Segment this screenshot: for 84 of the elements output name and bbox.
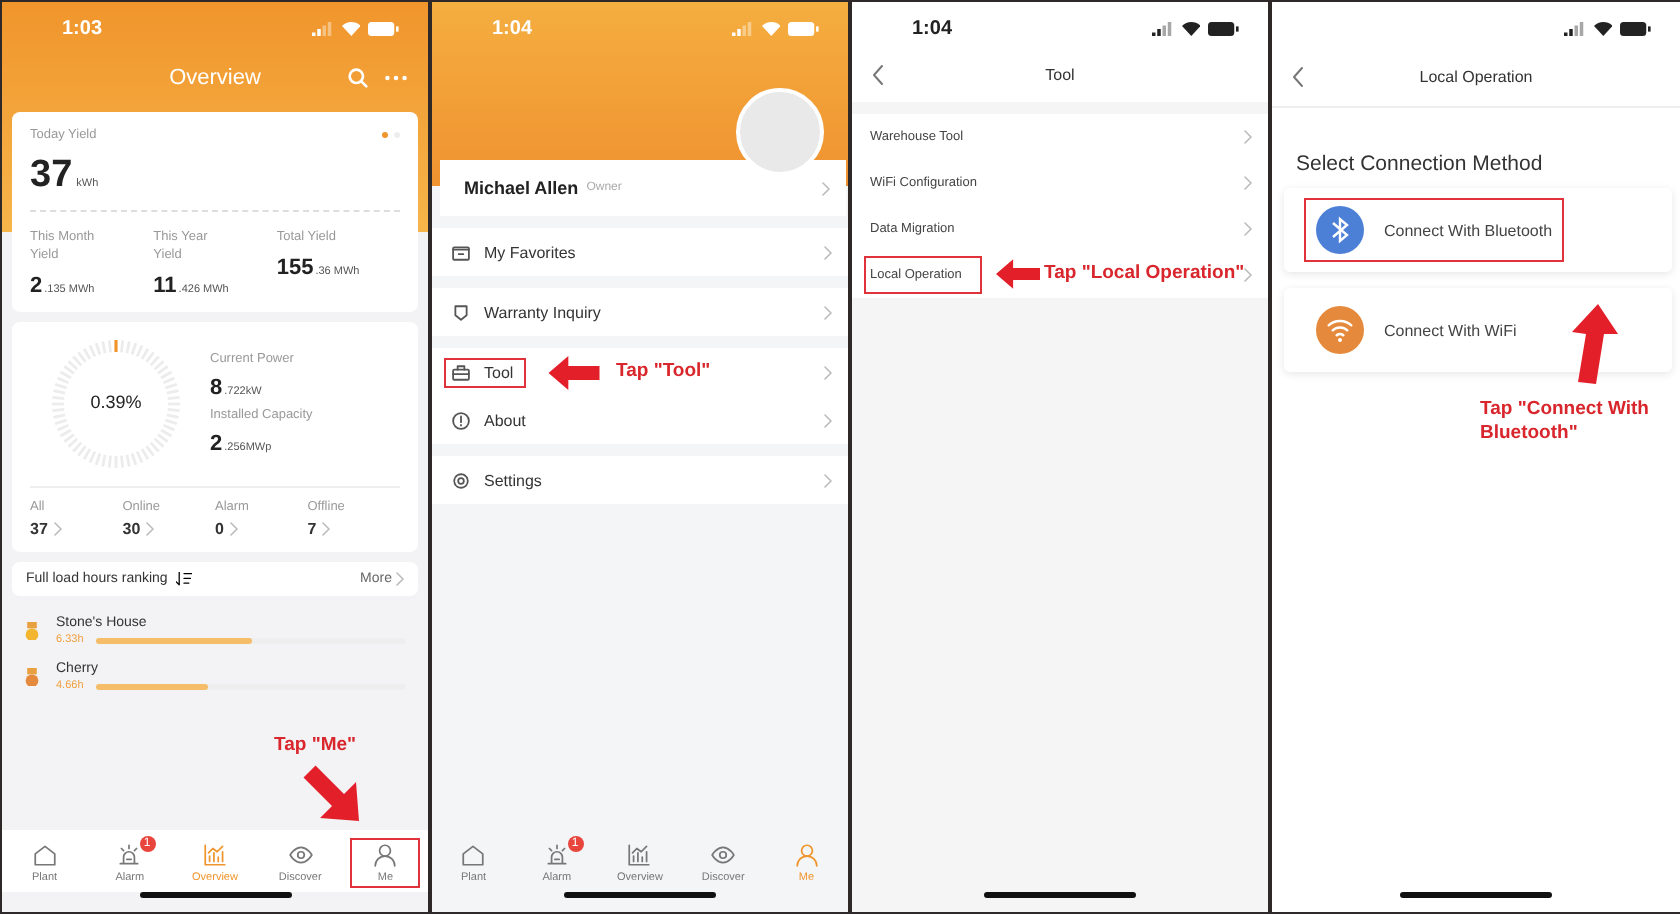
person-icon: [793, 842, 820, 868]
chevron-icon: [1244, 222, 1252, 236]
screen-title: Local Operation: [1419, 67, 1533, 85]
section-heading: Select Connection Method: [1296, 152, 1545, 176]
battery-icon: [1208, 21, 1240, 35]
wifi-icon: [1593, 21, 1613, 35]
menu-item[interactable]: About: [444, 405, 538, 435]
chevron-icon: [824, 305, 832, 319]
info-icon: [452, 411, 470, 429]
instruction-text: Tap "Tool": [616, 360, 711, 382]
instruction-text: Tap "Local Operation": [1044, 262, 1245, 284]
value-text: 155: [276, 256, 314, 280]
gear-icon: [452, 471, 470, 489]
back-icon: [1292, 65, 1304, 87]
chevron-icon: [1244, 130, 1252, 144]
status-time: 1:04: [492, 17, 535, 39]
signal-icon: [1152, 21, 1174, 35]
signal-icon: [732, 21, 754, 35]
status-time: 1:04: [912, 17, 955, 39]
value-text: 2: [210, 432, 223, 456]
chart-icon: [626, 842, 653, 868]
chevron-icon: [229, 522, 238, 536]
wifi-icon: [761, 21, 781, 35]
menu-item[interactable]: Warranty Inquiry: [444, 297, 613, 327]
chevron-icon: [824, 413, 832, 427]
chevron-icon: [53, 522, 62, 536]
gauge-ring: [50, 338, 182, 470]
bluetooth-icon: [1316, 206, 1364, 254]
chevron-icon: [396, 572, 404, 586]
chevron-icon: [1244, 176, 1252, 190]
menu-item[interactable]: Settings: [444, 465, 554, 495]
medal-icon: [24, 667, 40, 687]
eye-icon: [287, 842, 314, 868]
folder-icon: [452, 243, 470, 261]
percentage-text: 0.39%: [88, 392, 144, 412]
toolbox-icon: [452, 363, 470, 381]
pointer-arrow: [548, 356, 600, 390]
highlight-frame: Connect With Bluetooth: [1304, 198, 1565, 262]
screen-title: Overview: [169, 66, 261, 90]
home-icon: [31, 842, 58, 868]
wifi-icon: [341, 21, 361, 35]
page-dot[interactable]: [382, 132, 388, 138]
option-card[interactable]: Connect With WiFi: [1284, 288, 1672, 372]
status-time: 1:03: [62, 17, 105, 39]
chevron-icon: [1244, 268, 1252, 282]
battery-icon: [788, 21, 820, 35]
value-text: 11: [153, 274, 177, 298]
battery-icon: [368, 21, 400, 35]
chevron-icon: [146, 522, 155, 536]
sort-icon: [175, 572, 192, 586]
pointer-arrow: [996, 258, 1040, 290]
siren-icon: [543, 842, 570, 868]
chevron-icon: [824, 245, 832, 259]
signal-icon: [312, 21, 334, 35]
shield-icon: [452, 303, 470, 321]
search-icon: [348, 68, 368, 88]
menu-item[interactable]: Tool: [444, 357, 526, 387]
menu-item[interactable]: My Favorites: [444, 237, 588, 267]
medal-icon: [24, 621, 40, 641]
home-icon: [460, 842, 487, 868]
user-name: Michael Allen: [464, 178, 579, 198]
battery-icon: [1620, 21, 1652, 35]
wifi-icon: [1181, 21, 1201, 35]
instruction-text: Tap "Me": [274, 734, 357, 756]
chevron-icon: [322, 522, 331, 536]
pointer-arrow: [1570, 302, 1618, 386]
person-icon: [372, 842, 399, 868]
screen-title: Tool: [1045, 65, 1075, 83]
avatar-placeholder: [736, 88, 824, 176]
chevron-icon: [822, 181, 830, 195]
pointer-arrow: [302, 764, 362, 824]
chart-icon: [201, 842, 228, 868]
today-yield-value: 37: [30, 154, 73, 198]
signal-icon: [1564, 21, 1586, 35]
chevron-icon: [824, 473, 832, 487]
back-icon: [872, 63, 884, 85]
value-text: 2: [30, 274, 43, 298]
siren-icon: [116, 842, 143, 868]
eye-icon: [710, 842, 737, 868]
option-card[interactable]: Connect With Bluetooth: [1284, 188, 1672, 272]
chevron-icon: [824, 365, 832, 379]
wifi-icon: [1316, 306, 1364, 354]
value-text: 8: [210, 376, 223, 400]
instruction-text: Tap "Connect With Bluetooth": [1480, 398, 1651, 446]
